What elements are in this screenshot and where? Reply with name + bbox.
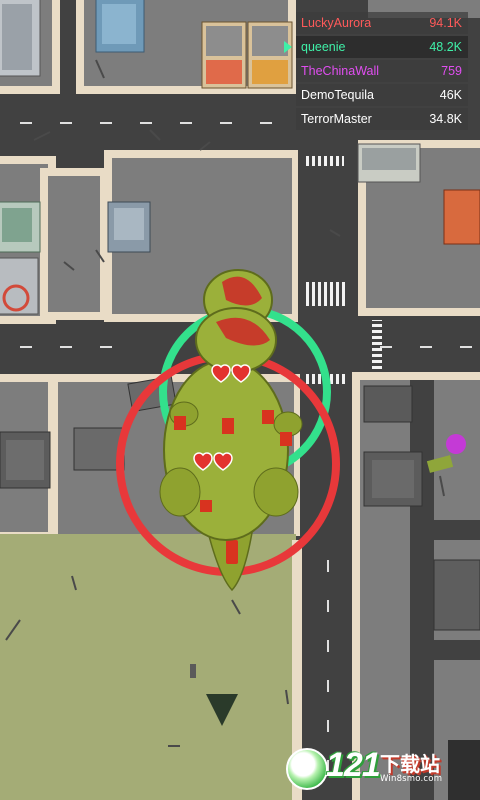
watermark-logo-icon bbox=[286, 748, 328, 790]
watermark-number: 121 bbox=[326, 746, 381, 784]
leaderboard-row: DemoTequila 46K bbox=[296, 84, 468, 106]
leaderboard-row: TheChinaWall 759 bbox=[296, 60, 468, 82]
player-name: queenie bbox=[301, 40, 346, 54]
player-score: 46K bbox=[439, 88, 462, 102]
player-name: TheChinaWall bbox=[301, 64, 380, 78]
leaderboard-row: LuckyAurora 94.1K bbox=[296, 12, 468, 34]
triangle-pointer-icon bbox=[284, 41, 292, 53]
leaderboard: LuckyAurora 94.1K queenie 48.2K TheChinaWall… bbox=[284, 12, 468, 132]
player-score: 34.8K bbox=[429, 112, 462, 126]
player-name: DemoTequila bbox=[301, 88, 374, 102]
watermark-text: 下载站 bbox=[380, 752, 440, 776]
player-name: LuckyAurora bbox=[301, 16, 372, 30]
watermark-url: Win8smo.com bbox=[380, 774, 443, 784]
player-score: 759 bbox=[441, 64, 462, 78]
player-score: 48.2K bbox=[429, 40, 462, 54]
leaderboard-row: TerrorMaster 34.8K bbox=[296, 108, 468, 130]
park-grass bbox=[0, 534, 296, 800]
player-name: TerrorMaster bbox=[301, 112, 372, 126]
leaderboard-row: queenie 48.2K bbox=[284, 36, 468, 58]
player-score: 94.1K bbox=[429, 16, 462, 30]
site-watermark: 121 下载站 Win8smo.com bbox=[284, 744, 476, 794]
